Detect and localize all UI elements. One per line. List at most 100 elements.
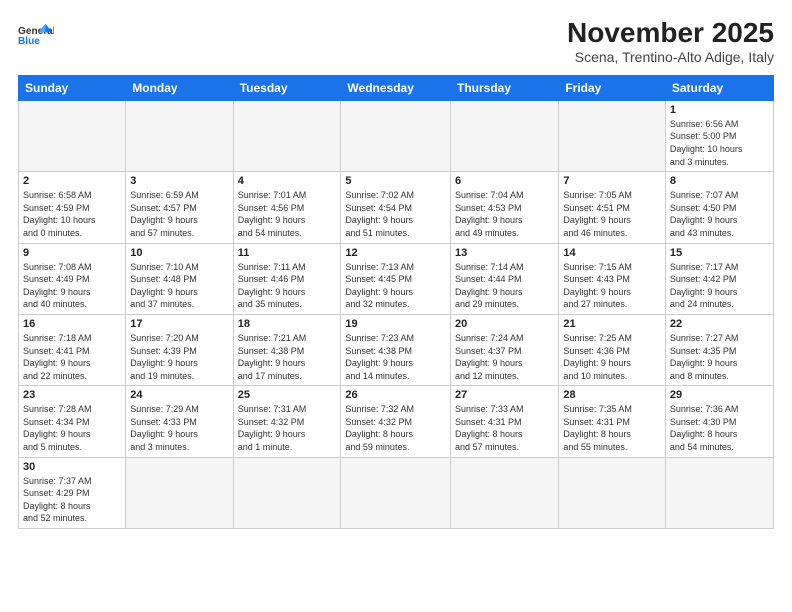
calendar-cell: 24 Sunrise: 7:29 AM Sunset: 4:33 PM Dayli… — [126, 386, 233, 457]
calendar-cell — [341, 100, 451, 171]
day-info: Sunrise: 7:35 AM Sunset: 4:31 PM Dayligh… — [563, 403, 661, 453]
day-number: 22 — [670, 318, 769, 330]
day-info: Sunrise: 7:20 AM Sunset: 4:39 PM Dayligh… — [130, 332, 228, 382]
day-number: 9 — [23, 247, 121, 259]
calendar-cell: 7 Sunrise: 7:05 AM Sunset: 4:51 PM Daylig… — [559, 172, 666, 243]
day-info: Sunrise: 6:59 AM Sunset: 4:57 PM Dayligh… — [130, 189, 228, 239]
day-number: 19 — [345, 318, 446, 330]
day-info: Sunrise: 7:36 AM Sunset: 4:30 PM Dayligh… — [670, 403, 769, 453]
day-number: 23 — [23, 389, 121, 401]
day-number: 29 — [670, 389, 769, 401]
day-number: 12 — [345, 247, 446, 259]
day-number: 4 — [238, 175, 337, 187]
day-number: 1 — [670, 104, 769, 116]
day-number: 2 — [23, 175, 121, 187]
calendar-cell: 9 Sunrise: 7:08 AM Sunset: 4:49 PM Daylig… — [19, 243, 126, 314]
day-number: 21 — [563, 318, 661, 330]
calendar-cell: 6 Sunrise: 7:04 AM Sunset: 4:53 PM Daylig… — [451, 172, 559, 243]
day-info: Sunrise: 7:25 AM Sunset: 4:36 PM Dayligh… — [563, 332, 661, 382]
day-info: Sunrise: 7:29 AM Sunset: 4:33 PM Dayligh… — [130, 403, 228, 453]
day-number: 15 — [670, 247, 769, 259]
calendar-cell: 14Sunrise: 7:15 AM Sunset: 4:43 PM Dayli… — [559, 243, 666, 314]
calendar-week-1: 2 Sunrise: 6:58 AM Sunset: 4:59 PM Daylig… — [19, 172, 774, 243]
header: General Blue November 2025 Scena, Trenti… — [18, 18, 774, 65]
calendar-cell — [341, 457, 451, 528]
day-number: 6 — [455, 175, 554, 187]
calendar-cell — [19, 100, 126, 171]
day-number: 27 — [455, 389, 554, 401]
day-number: 11 — [238, 247, 337, 259]
calendar-week-0: 1 Sunrise: 6:56 AM Sunset: 5:00 PM Daylig… — [19, 100, 774, 171]
calendar-cell: 18Sunrise: 7:21 AM Sunset: 4:38 PM Dayli… — [233, 314, 341, 385]
calendar-cell: 16 Sunrise: 7:18 AM Sunset: 4:41 PM Dayli… — [19, 314, 126, 385]
day-info: Sunrise: 7:17 AM Sunset: 4:42 PM Dayligh… — [670, 261, 769, 311]
calendar-cell — [451, 457, 559, 528]
day-info: Sunrise: 7:01 AM Sunset: 4:56 PM Dayligh… — [238, 189, 337, 239]
day-info: Sunrise: 7:15 AM Sunset: 4:43 PM Dayligh… — [563, 261, 661, 311]
calendar-cell: 4 Sunrise: 7:01 AM Sunset: 4:56 PM Daylig… — [233, 172, 341, 243]
logo-icon: General Blue — [18, 18, 54, 54]
day-info: Sunrise: 7:05 AM Sunset: 4:51 PM Dayligh… — [563, 189, 661, 239]
calendar-week-5: 30 Sunrise: 7:37 AM Sunset: 4:29 PM Dayli… — [19, 457, 774, 528]
calendar-week-2: 9 Sunrise: 7:08 AM Sunset: 4:49 PM Daylig… — [19, 243, 774, 314]
calendar-cell: 25 Sunrise: 7:31 AM Sunset: 4:32 PM Dayli… — [233, 386, 341, 457]
calendar-cell: 29 Sunrise: 7:36 AM Sunset: 4:30 PM Dayli… — [665, 386, 773, 457]
day-info: Sunrise: 7:18 AM Sunset: 4:41 PM Dayligh… — [23, 332, 121, 382]
calendar-cell: 30 Sunrise: 7:37 AM Sunset: 4:29 PM Dayli… — [19, 457, 126, 528]
logo: General Blue — [18, 18, 54, 54]
day-number: 28 — [563, 389, 661, 401]
svg-text:Blue: Blue — [18, 36, 40, 47]
header-sunday: Sunday — [19, 75, 126, 100]
day-number: 24 — [130, 389, 228, 401]
day-number: 18 — [238, 318, 337, 330]
day-info: Sunrise: 7:04 AM Sunset: 4:53 PM Dayligh… — [455, 189, 554, 239]
calendar-cell — [559, 100, 666, 171]
calendar-cell — [451, 100, 559, 171]
calendar-cell: 5 Sunrise: 7:02 AM Sunset: 4:54 PM Daylig… — [341, 172, 451, 243]
day-info: Sunrise: 7:08 AM Sunset: 4:49 PM Dayligh… — [23, 261, 121, 311]
calendar-cell: 2 Sunrise: 6:58 AM Sunset: 4:59 PM Daylig… — [19, 172, 126, 243]
calendar-cell: 21 Sunrise: 7:25 AM Sunset: 4:36 PM Dayli… — [559, 314, 666, 385]
calendar-cell: 20 Sunrise: 7:24 AM Sunset: 4:37 PM Dayli… — [451, 314, 559, 385]
day-info: Sunrise: 7:28 AM Sunset: 4:34 PM Dayligh… — [23, 403, 121, 453]
calendar-cell: 10Sunrise: 7:10 AM Sunset: 4:48 PM Dayli… — [126, 243, 233, 314]
calendar-cell: 23 Sunrise: 7:28 AM Sunset: 4:34 PM Dayli… — [19, 386, 126, 457]
day-info: Sunrise: 7:24 AM Sunset: 4:37 PM Dayligh… — [455, 332, 554, 382]
calendar-cell — [559, 457, 666, 528]
day-number: 8 — [670, 175, 769, 187]
day-info: Sunrise: 7:13 AM Sunset: 4:45 PM Dayligh… — [345, 261, 446, 311]
subtitle: Scena, Trentino-Alto Adige, Italy — [567, 49, 774, 65]
day-info: Sunrise: 6:58 AM Sunset: 4:59 PM Dayligh… — [23, 189, 121, 239]
day-info: Sunrise: 7:02 AM Sunset: 4:54 PM Dayligh… — [345, 189, 446, 239]
day-number: 25 — [238, 389, 337, 401]
day-info: Sunrise: 7:27 AM Sunset: 4:35 PM Dayligh… — [670, 332, 769, 382]
month-title: November 2025 — [567, 18, 774, 49]
calendar-cell: 13Sunrise: 7:14 AM Sunset: 4:44 PM Dayli… — [451, 243, 559, 314]
day-number: 17 — [130, 318, 228, 330]
day-number: 7 — [563, 175, 661, 187]
calendar-cell: 17 Sunrise: 7:20 AM Sunset: 4:39 PM Dayli… — [126, 314, 233, 385]
day-info: Sunrise: 7:10 AM Sunset: 4:48 PM Dayligh… — [130, 261, 228, 311]
day-number: 5 — [345, 175, 446, 187]
calendar-cell: 12 Sunrise: 7:13 AM Sunset: 4:45 PM Dayli… — [341, 243, 451, 314]
calendar-cell — [233, 457, 341, 528]
title-block: November 2025 Scena, Trentino-Alto Adige… — [567, 18, 774, 65]
calendar-cell: 26Sunrise: 7:32 AM Sunset: 4:32 PM Dayli… — [341, 386, 451, 457]
calendar: Sunday Monday Tuesday Wednesday Thursday… — [18, 75, 774, 529]
calendar-cell — [126, 457, 233, 528]
day-number: 16 — [23, 318, 121, 330]
day-number: 30 — [23, 461, 121, 473]
day-info: Sunrise: 6:56 AM Sunset: 5:00 PM Dayligh… — [670, 118, 769, 168]
header-monday: Monday — [126, 75, 233, 100]
calendar-cell — [665, 457, 773, 528]
day-info: Sunrise: 7:11 AM Sunset: 4:46 PM Dayligh… — [238, 261, 337, 311]
day-info: Sunrise: 7:33 AM Sunset: 4:31 PM Dayligh… — [455, 403, 554, 453]
header-tuesday: Tuesday — [233, 75, 341, 100]
calendar-cell: 22 Sunrise: 7:27 AM Sunset: 4:35 PM Dayli… — [665, 314, 773, 385]
day-info: Sunrise: 7:37 AM Sunset: 4:29 PM Dayligh… — [23, 475, 121, 525]
day-info: Sunrise: 7:31 AM Sunset: 4:32 PM Dayligh… — [238, 403, 337, 453]
calendar-week-4: 23 Sunrise: 7:28 AM Sunset: 4:34 PM Dayli… — [19, 386, 774, 457]
day-number: 20 — [455, 318, 554, 330]
day-info: Sunrise: 7:07 AM Sunset: 4:50 PM Dayligh… — [670, 189, 769, 239]
header-friday: Friday — [559, 75, 666, 100]
